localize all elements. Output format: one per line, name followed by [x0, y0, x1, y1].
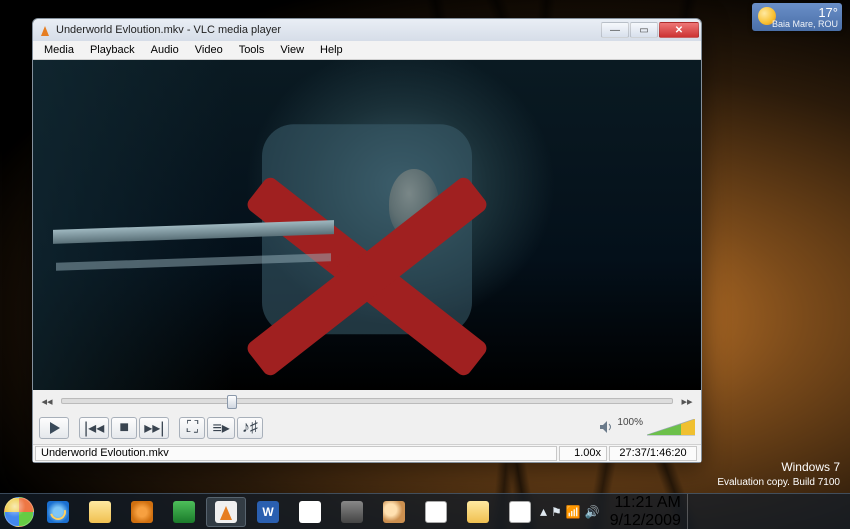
flag-icon	[509, 501, 531, 523]
taskbar-item-app2[interactable]	[500, 497, 540, 527]
fullscreen-icon: ⛶	[187, 419, 198, 437]
taskbar-item-mediacenter[interactable]	[164, 497, 204, 527]
word-icon: W	[257, 501, 279, 523]
seek-slider[interactable]	[61, 398, 673, 404]
branding-os: Windows 7	[717, 460, 840, 476]
mute-button[interactable]	[599, 420, 613, 437]
watermark-x-icon	[252, 161, 482, 390]
next-button[interactable]: ▸▸|	[139, 417, 169, 439]
branding-note: Evaluation copy. Build 7100	[717, 476, 840, 489]
windows-logo-icon	[4, 497, 34, 527]
system-tray: ▴ ⚑ 📶 🔊	[540, 503, 600, 520]
maximize-button[interactable]: ▭	[630, 22, 658, 38]
taskbar-item-users[interactable]	[374, 497, 414, 527]
controls-row: |◂◂ ■ ▸▸| ⛶ ≡▸ ♪♯ 100%	[33, 412, 701, 444]
volume-triangle-icon	[647, 419, 695, 437]
menu-audio[interactable]: Audio	[143, 42, 187, 58]
taskbar-item-vlc[interactable]	[206, 497, 246, 527]
menu-bar: Media Playback Audio Video Tools View He…	[33, 41, 701, 60]
vlc-icon	[215, 501, 237, 523]
title-bar[interactable]: Underworld Evloution.mkv - VLC media pla…	[33, 19, 701, 41]
app-icon	[341, 501, 363, 523]
volume-percent: 100%	[617, 417, 643, 428]
playlist-button[interactable]: ≡▸	[207, 417, 234, 439]
seek-row: ◂◂ ▸▸	[33, 390, 701, 412]
mediacenter-icon	[173, 501, 195, 523]
skip-back-button[interactable]: ◂◂	[39, 395, 55, 408]
volume-slider[interactable]	[647, 419, 695, 437]
stop-button[interactable]: ■	[111, 417, 137, 439]
seek-thumb[interactable]	[227, 395, 237, 409]
tray-action-center-icon[interactable]: ⚑	[551, 505, 562, 519]
taskbar-item-app[interactable]	[332, 497, 372, 527]
close-icon: ✕	[675, 25, 683, 36]
ie-icon	[47, 501, 69, 523]
taskbar-items: W	[38, 494, 540, 529]
clock-time: 11:21 AM	[610, 494, 681, 512]
taskbar-item-notepad[interactable]	[290, 497, 330, 527]
taskbar-item-ie[interactable]	[38, 497, 78, 527]
status-bar: Underworld Evloution.mkv 1.00x 27:37/1:4…	[33, 444, 701, 462]
status-time[interactable]: 27:37/1:46:20	[609, 446, 697, 461]
maximize-icon: ▭	[639, 25, 648, 36]
taskbar: W ▴ ⚑ 📶 🔊 11:21 AM 9/12/2009	[0, 493, 850, 529]
clock-date: 9/12/2009	[610, 512, 681, 529]
paint-icon	[425, 501, 447, 523]
status-speed[interactable]: 1.00x	[559, 446, 607, 461]
taskbar-item-wmp[interactable]	[122, 497, 162, 527]
equalizer-button[interactable]: ♪♯	[237, 417, 263, 439]
minimize-icon: ―	[610, 25, 620, 36]
play-icon	[49, 422, 60, 434]
skip-forward-button[interactable]: ▸▸	[679, 395, 695, 408]
start-button[interactable]	[0, 494, 38, 529]
notepad-icon	[299, 501, 321, 523]
weather-gadget[interactable]: 17° Baia Mare, ROU	[752, 3, 842, 31]
speaker-icon	[599, 420, 613, 434]
show-desktop-button[interactable]	[687, 494, 697, 529]
menu-video[interactable]: Video	[187, 42, 231, 58]
menu-view[interactable]: View	[272, 42, 312, 58]
users-icon	[383, 501, 405, 523]
weather-temperature: 17°	[818, 6, 838, 19]
taskbar-clock[interactable]: 11:21 AM 9/12/2009	[610, 494, 681, 529]
tray-volume-icon[interactable]: 🔊	[585, 505, 600, 519]
previous-icon: |◂◂	[84, 418, 104, 438]
taskbar-item-paint[interactable]	[416, 497, 456, 527]
video-area[interactable]	[33, 60, 701, 390]
taskbar-item-word[interactable]: W	[248, 497, 288, 527]
close-button[interactable]: ✕	[659, 22, 699, 38]
weather-location: Baia Mare, ROU	[772, 19, 838, 29]
previous-button[interactable]: |◂◂	[79, 417, 109, 439]
tray-show-hidden[interactable]: ▴	[540, 503, 547, 520]
menu-media[interactable]: Media	[36, 42, 82, 58]
playlist-icon: ≡▸	[212, 418, 229, 438]
equalizer-icon: ♪♯	[242, 419, 258, 437]
tray-network-icon[interactable]: 📶	[566, 505, 581, 519]
fullscreen-button[interactable]: ⛶	[179, 417, 205, 439]
menu-playback[interactable]: Playback	[82, 42, 143, 58]
next-icon: ▸▸|	[144, 418, 164, 438]
menu-tools[interactable]: Tools	[231, 42, 273, 58]
minimize-button[interactable]: ―	[601, 22, 629, 38]
menu-help[interactable]: Help	[312, 42, 351, 58]
taskbar-item-folder2[interactable]	[458, 497, 498, 527]
desktop-wallpaper: 17° Baia Mare, ROU Underworld Evloution.…	[0, 0, 850, 529]
folder-icon	[89, 501, 111, 523]
play-button[interactable]	[39, 417, 69, 439]
wmp-icon	[131, 501, 153, 523]
vlc-cone-icon	[39, 24, 51, 36]
stop-icon: ■	[119, 419, 129, 437]
window-title: Underworld Evloution.mkv - VLC media pla…	[56, 24, 281, 36]
folder-icon	[467, 501, 489, 523]
taskbar-item-explorer[interactable]	[80, 497, 120, 527]
desktop-branding: Windows 7 Evaluation copy. Build 7100	[717, 460, 840, 489]
status-filename: Underworld Evloution.mkv	[35, 446, 557, 461]
vlc-window: Underworld Evloution.mkv - VLC media pla…	[32, 18, 702, 463]
